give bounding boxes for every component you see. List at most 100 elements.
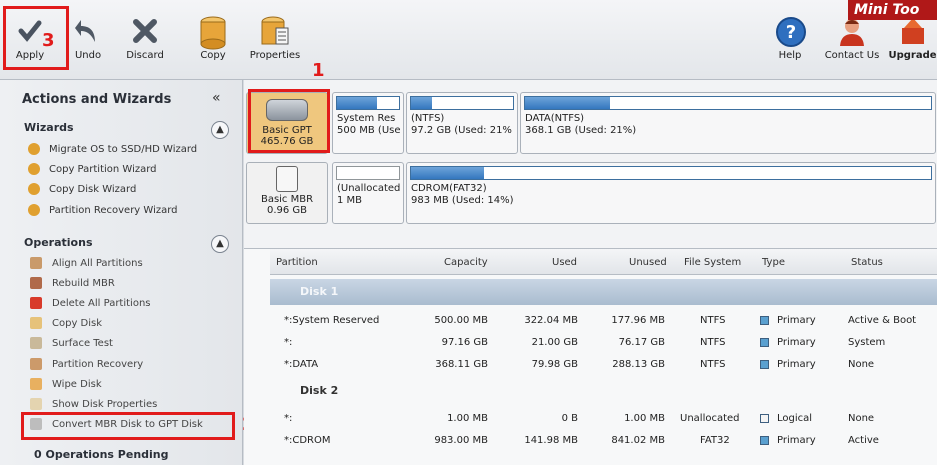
wizard-migrate-os[interactable]: Migrate OS to SSD/HD Wizard	[28, 143, 197, 159]
wizards-collapse-icon[interactable]: ▲	[211, 121, 229, 139]
table-row[interactable]: *:System Reserved 500.00 MB 322.04 MB 17…	[270, 310, 937, 332]
table-row[interactable]: *: 97.16 GB 21.00 GB 76.17 GB NTFS Prima…	[270, 332, 937, 354]
table-row[interactable]: *:DATA 368.11 GB 79.98 GB 288.13 GB NTFS…	[270, 354, 937, 376]
rebuild-icon	[30, 277, 42, 289]
disk2-size: 0.96 GB	[266, 205, 308, 216]
disk2-name: Basic MBR	[260, 194, 314, 205]
col-type[interactable]: Type	[762, 257, 785, 268]
partition-label: (NTFS)	[411, 113, 445, 124]
discard-button[interactable]: Discard	[117, 6, 173, 72]
cell-type: Primary	[760, 315, 816, 326]
disk-map: Basic GPT 465.76 GB System Res 500 MB (U…	[244, 80, 937, 248]
cell-type-label: Logical	[777, 413, 813, 424]
cell-fs: FAT32	[700, 435, 730, 446]
wizard-label: Partition Recovery Wizard	[49, 205, 178, 216]
table-row[interactable]: *: 1.00 MB 0 B 1.00 MB Unallocated Logic…	[270, 408, 937, 430]
discard-label: Discard	[126, 50, 164, 61]
cell-partition: *:DATA	[284, 359, 319, 370]
partition-data[interactable]: DATA(NTFS) 368.1 GB (Used: 21%)	[520, 92, 936, 154]
col-file-system[interactable]: File System	[684, 257, 741, 268]
wizard-copy-disk[interactable]: Copy Disk Wizard	[28, 183, 136, 199]
partition-system-reserved[interactable]: System Res 500 MB (Use	[332, 92, 404, 154]
cell-unused: 1.00 MB	[624, 413, 665, 424]
properties-small-icon	[30, 398, 42, 410]
cell-unused: 288.13 GB	[612, 359, 665, 370]
partition-ntfs[interactable]: (NTFS) 97.2 GB (Used: 21%	[406, 92, 518, 154]
align-icon	[30, 257, 42, 269]
op-copy-disk[interactable]: Copy Disk	[30, 317, 102, 333]
op-delete-all-partitions[interactable]: Delete All Partitions	[30, 297, 151, 313]
cell-used: 141.98 MB	[524, 435, 578, 446]
op-rebuild-mbr[interactable]: Rebuild MBR	[30, 277, 115, 293]
annotation-3: 3	[42, 30, 55, 51]
cell-status: Active & Boot	[848, 315, 917, 326]
cell-used: 322.04 MB	[524, 315, 578, 326]
upgrade-label: Upgrade	[888, 50, 937, 61]
disk-group-label: Disk 2	[300, 384, 339, 397]
table-row[interactable]: *:CDROM 983.00 MB 141.98 MB 841.02 MB FA…	[270, 430, 937, 452]
panel-title: Actions and Wizards	[22, 92, 172, 107]
copy-disk-icon	[30, 317, 42, 329]
cell-used: 79.98 GB	[531, 359, 578, 370]
cell-fs: NTFS	[700, 359, 726, 370]
operations-collapse-icon[interactable]: ▲	[211, 235, 229, 253]
col-capacity[interactable]: Capacity	[444, 257, 488, 268]
cell-fs: NTFS	[700, 337, 726, 348]
cell-unused: 177.96 MB	[611, 315, 665, 326]
primary-icon	[760, 359, 769, 369]
partition-label: DATA(NTFS)	[525, 113, 585, 124]
usage-fill	[525, 97, 611, 109]
cell-used: 0 B	[561, 413, 578, 424]
partition-label: CDROM(FAT32)	[411, 183, 487, 194]
cell-fs: NTFS	[700, 315, 726, 326]
partition-detail: 97.2 GB (Used: 21%	[411, 125, 512, 136]
copy-button[interactable]: Copy	[185, 6, 241, 72]
col-unused[interactable]: Unused	[629, 257, 667, 268]
op-label: Wipe Disk	[52, 379, 102, 390]
help-button[interactable]: ? Help	[762, 6, 818, 72]
table-disk2-group[interactable]: Disk 2	[270, 378, 937, 404]
partition-cdrom[interactable]: CDROM(FAT32) 983 MB (Used: 14%)	[406, 162, 936, 224]
col-partition[interactable]: Partition	[276, 257, 318, 268]
cell-status: None	[848, 359, 875, 370]
close-icon	[130, 16, 160, 46]
table-header: Partition Capacity Used Unused File Syst…	[270, 249, 937, 275]
col-used[interactable]: Used	[552, 257, 577, 268]
cell-capacity: 500.00 MB	[434, 315, 488, 326]
highlight-box-disk1	[248, 89, 330, 153]
cell-type-label: Primary	[777, 337, 816, 348]
wizard-copy-partition[interactable]: Copy Partition Wizard	[28, 163, 157, 179]
help-label: Help	[778, 50, 802, 61]
collapse-panel-icon[interactable]: «	[212, 90, 221, 106]
help-icon: ?	[775, 16, 806, 47]
partition-label: System Res	[337, 113, 396, 124]
op-label: Surface Test	[52, 338, 113, 349]
disk-copy-icon	[198, 16, 228, 50]
disk2-card[interactable]: Basic MBR 0.96 GB	[246, 162, 328, 224]
op-label: Delete All Partitions	[52, 298, 151, 309]
cell-partition: *:CDROM	[284, 435, 331, 446]
op-label: Show Disk Properties	[52, 399, 158, 410]
table-disk1-group[interactable]: Disk 1	[270, 279, 937, 305]
cell-capacity: 1.00 MB	[447, 413, 488, 424]
wizard-partition-recovery[interactable]: Partition Recovery Wizard	[28, 204, 178, 220]
partition-detail: 983 MB (Used: 14%)	[411, 195, 514, 206]
properties-button[interactable]: Properties	[247, 6, 303, 72]
disk-map-row-disk2: Basic MBR 0.96 GB (Unallocated 1 MB CDRO…	[246, 162, 936, 224]
cell-type-label: Primary	[777, 435, 816, 446]
op-align-all-partitions[interactable]: Align All Partitions	[30, 257, 143, 273]
col-status[interactable]: Status	[851, 257, 883, 268]
disk-group-label: Disk 1	[300, 285, 339, 298]
cell-capacity: 368.11 GB	[435, 359, 488, 370]
primary-icon	[760, 337, 769, 347]
cell-type-label: Primary	[777, 315, 816, 326]
partition-detail: 368.1 GB (Used: 21%)	[525, 125, 637, 136]
op-surface-test[interactable]: Surface Test	[30, 337, 113, 353]
partition-unallocated[interactable]: (Unallocated 1 MB	[332, 162, 404, 224]
op-partition-recovery[interactable]: Partition Recovery	[30, 358, 143, 374]
toolbar: Apply Undo Discard Copy Properties ? Hel…	[0, 0, 937, 80]
cell-partition: *:	[284, 337, 293, 348]
usage-fill	[411, 167, 484, 179]
op-wipe-disk[interactable]: Wipe Disk	[30, 378, 102, 394]
svg-text:?: ?	[786, 22, 796, 43]
